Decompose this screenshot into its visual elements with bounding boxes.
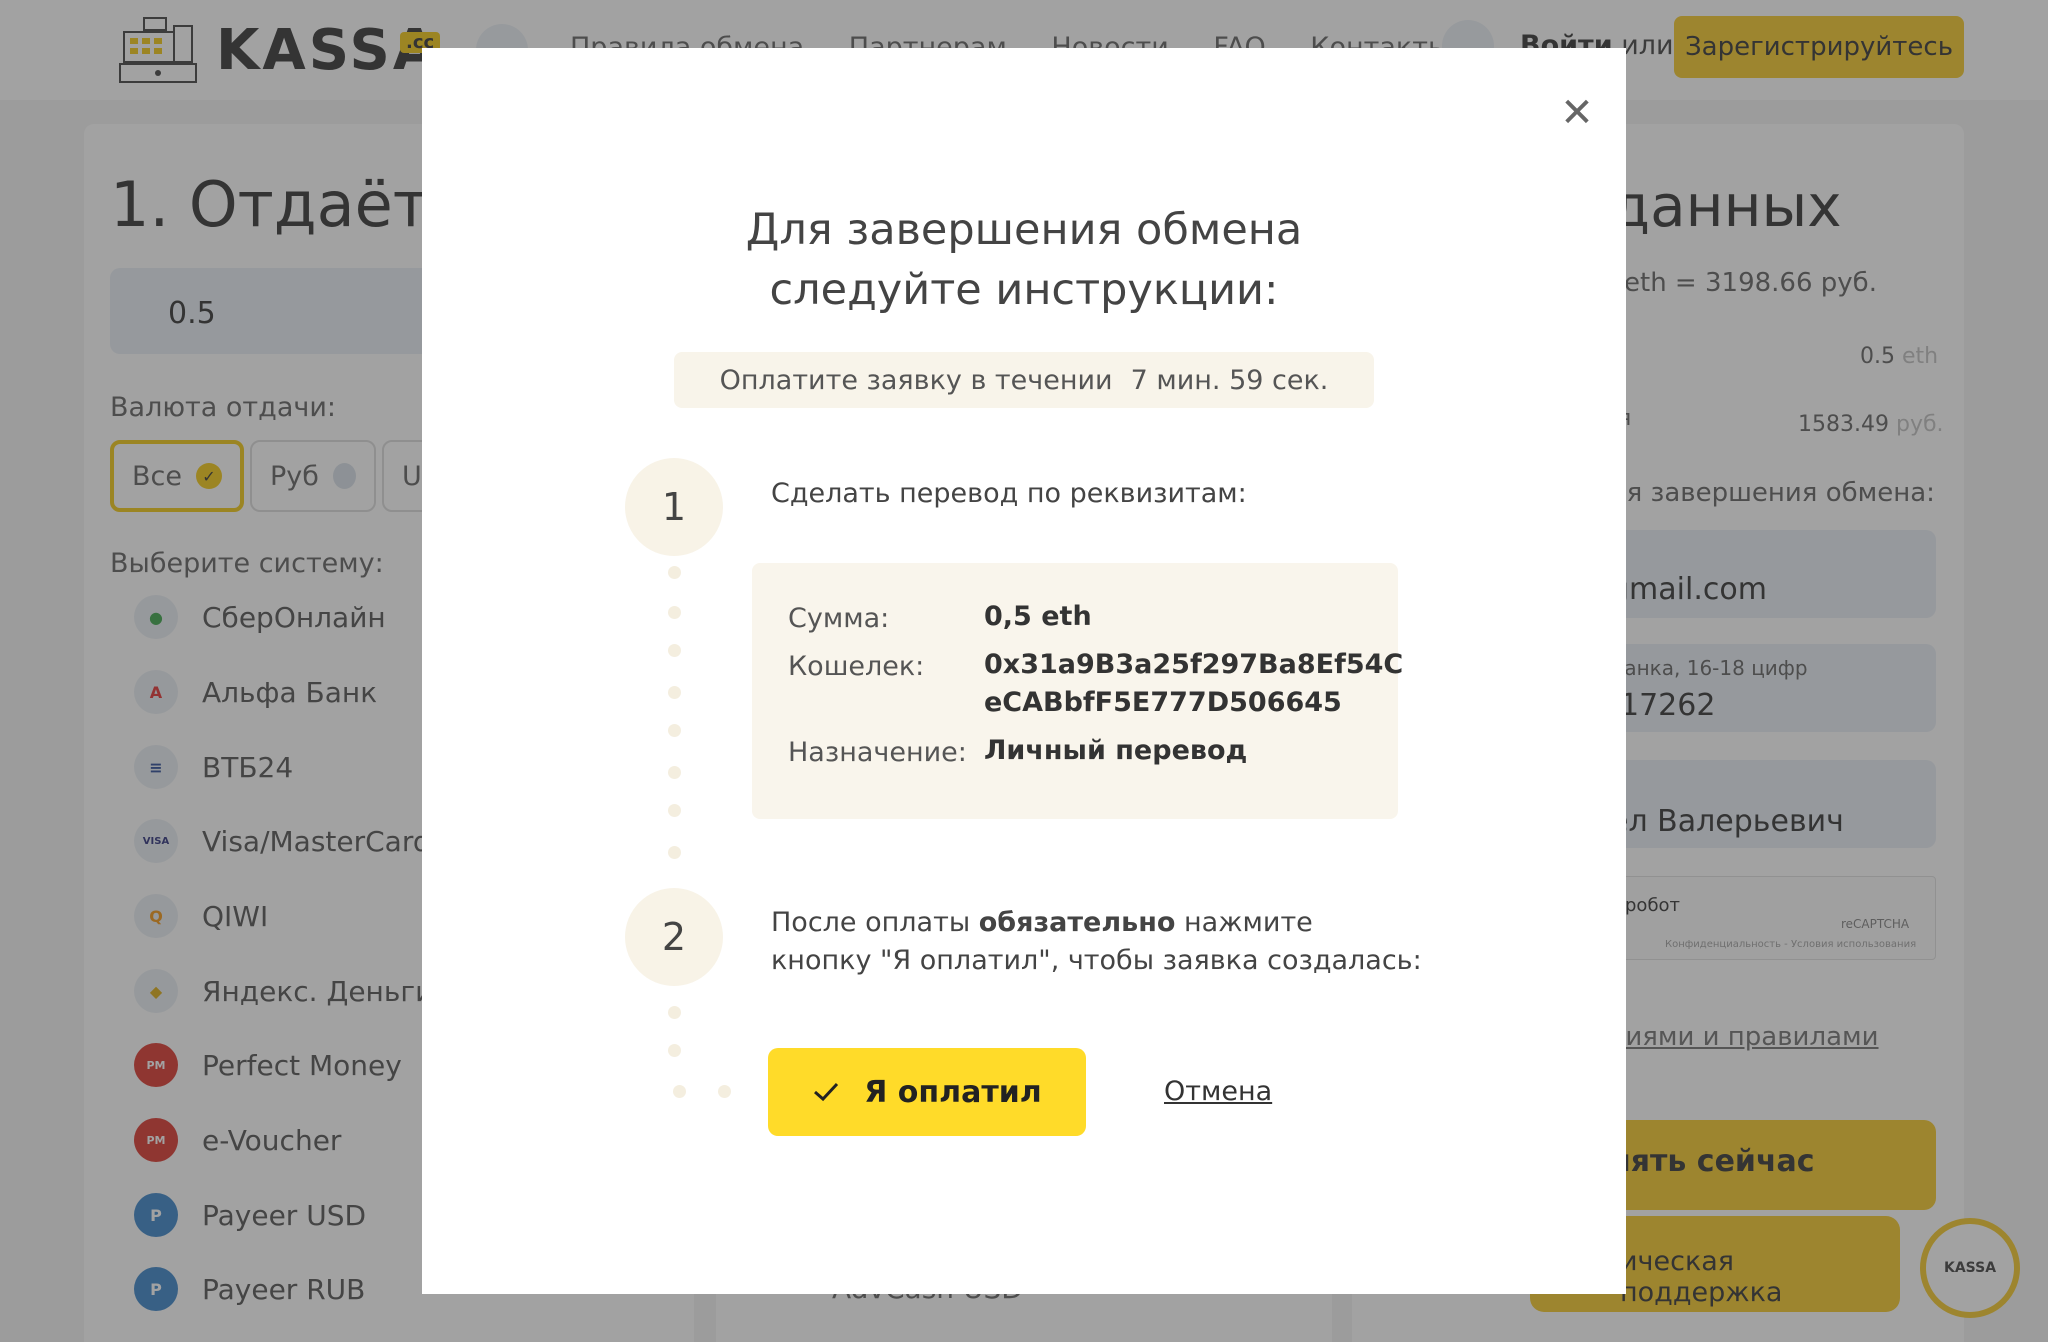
timeline-dot: [668, 804, 681, 817]
wallet-label: Кошелек:: [788, 651, 925, 682]
sum-label: Сумма:: [788, 603, 890, 634]
payment-instructions-modal: ✕ Для завершения обмена следуйте инструк…: [422, 48, 1626, 1294]
timer-value: 7 мин. 59 сек.: [1130, 364, 1329, 396]
timeline-dot: [668, 686, 681, 699]
timeline-dot: [668, 846, 681, 859]
step-2-text: После оплаты обязательно нажмите кнопку …: [771, 904, 1422, 980]
step-2-badge: 2: [625, 888, 723, 986]
close-icon[interactable]: ✕: [1552, 88, 1602, 138]
i-paid-button[interactable]: Я оплатил: [768, 1048, 1086, 1136]
step-1-badge: 1: [625, 458, 723, 556]
purpose-label: Назначение:: [788, 737, 967, 768]
step-2-line2: кнопку "Я оплатил", чтобы заявка создала…: [771, 945, 1422, 976]
modal-title-line1: Для завершения обмена: [745, 205, 1303, 255]
payment-timer: Оплатите заявку в течении 7 мин. 59 сек.: [674, 352, 1374, 408]
i-paid-label: Я оплатил: [864, 1074, 1042, 1110]
wallet-address-line1: 0x31a9B3a25f297Ba8Ef54C: [984, 649, 1404, 680]
timeline-dot: [668, 1006, 681, 1019]
payment-details-box: Сумма: 0,5 eth Кошелек: 0x31a9B3a25f297B…: [752, 563, 1403, 819]
step-2-pre: После оплаты: [771, 907, 971, 938]
timeline-dot: [673, 1085, 686, 1098]
checkmark-icon: [812, 1081, 840, 1103]
modal-title-line2: следуйте инструкции:: [769, 265, 1279, 315]
timeline-dot: [668, 724, 681, 737]
step-2-bold: обязательно: [978, 907, 1176, 938]
timeline-dot: [668, 606, 681, 619]
purpose-value: Личный перевод: [984, 735, 1248, 766]
modal-title: Для завершения обмена следуйте инструкци…: [422, 200, 1626, 320]
wallet-address-line2: eCABbfF5E777D506645: [984, 687, 1342, 718]
step-2-post: нажмите: [1184, 907, 1313, 938]
wallet-address[interactable]: 0x31a9B3a25f297Ba8Ef54C eCABbfF5E777D506…: [984, 646, 1403, 722]
cancel-link[interactable]: Отмена: [1164, 1076, 1272, 1107]
timeline-dot: [718, 1085, 731, 1098]
timer-text: Оплатите заявку в течении: [719, 364, 1113, 396]
timeline-dot: [668, 566, 681, 579]
timeline-dot: [668, 766, 681, 779]
timeline-dot: [668, 1044, 681, 1057]
sum-value: 0,5 eth: [984, 601, 1092, 632]
timeline-dot: [668, 644, 681, 657]
step-1-text: Сделать перевод по реквизитам:: [771, 478, 1247, 509]
